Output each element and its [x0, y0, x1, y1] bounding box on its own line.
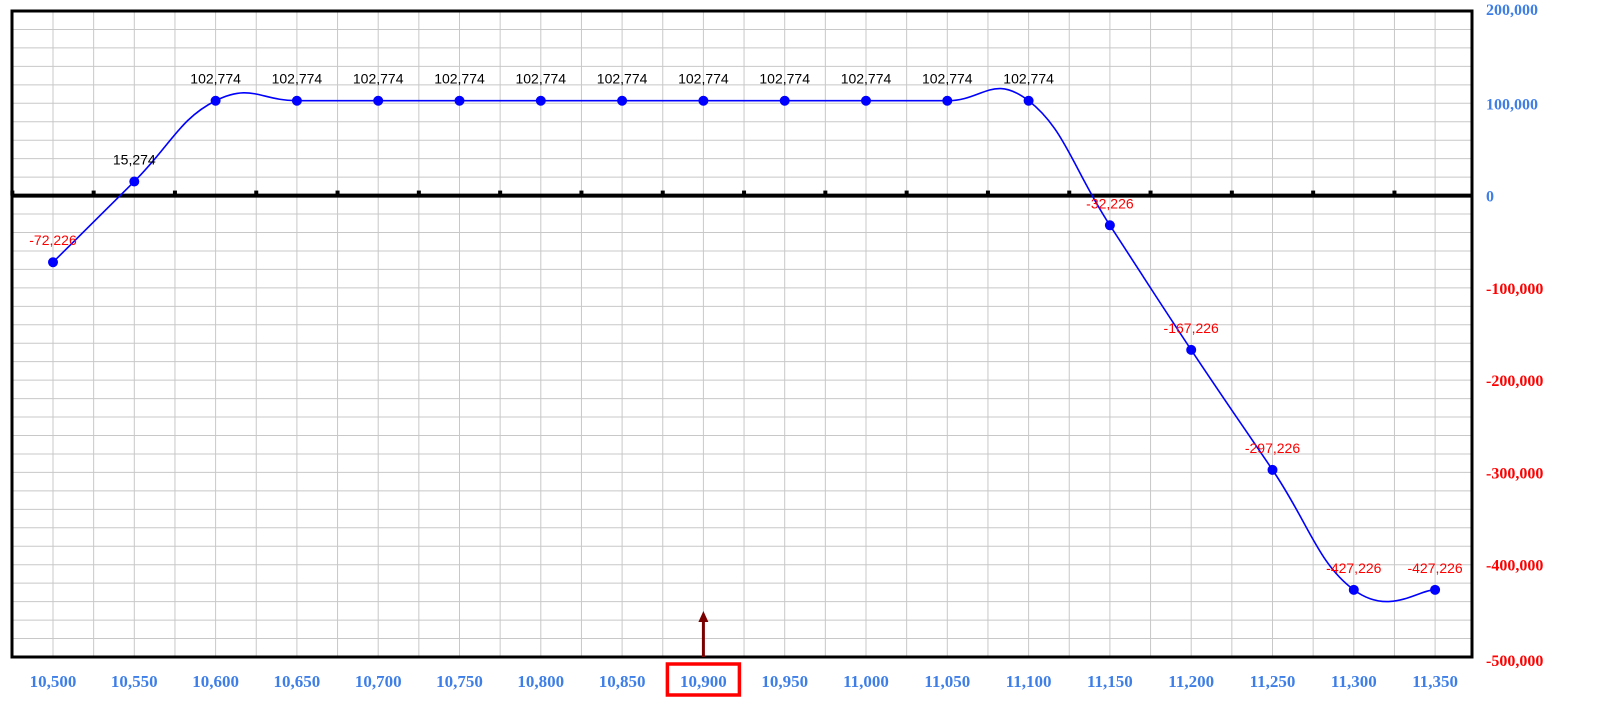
- data-label: 102,774: [1003, 71, 1054, 87]
- x-tick-label: 11,300: [1331, 672, 1377, 691]
- x-tick-label: 10,850: [599, 672, 646, 691]
- y-axis-ticks: 200,000 100,000 0 -100,000 -200,000 -300,000 -…: [1486, 2, 1543, 670]
- zero-axis-tick: [579, 190, 584, 196]
- data-point: [1186, 344, 1197, 355]
- zero-axis-tick: [1148, 190, 1153, 196]
- y-tick-label: -400,000: [1486, 558, 1543, 575]
- data-point: [48, 257, 58, 268]
- y-tick-label: 0: [1486, 189, 1494, 206]
- data-point: [617, 95, 628, 106]
- zero-line: [10, 190, 1472, 198]
- data-label: 102,774: [190, 71, 241, 87]
- zero-axis-tick: [10, 190, 15, 196]
- data-point: [1023, 95, 1034, 106]
- y-tick-label: -300,000: [1486, 465, 1543, 482]
- zero-axis-tick: [1311, 190, 1316, 196]
- y-tick-label: -100,000: [1486, 281, 1543, 298]
- data-point: [861, 95, 871, 106]
- x-tick-label: 11,350: [1412, 672, 1458, 691]
- data-label: 102,774: [922, 71, 973, 87]
- zero-axis-tick: [660, 190, 665, 196]
- y-tick-label: -500,000: [1486, 653, 1543, 670]
- x-tick-label: 10,900: [680, 672, 727, 691]
- plot-frame: [10, 9, 1474, 659]
- data-point: [779, 95, 790, 106]
- x-tick-label: 11,200: [1168, 672, 1214, 691]
- x-tick-label: 10,750: [436, 672, 483, 691]
- plot-border: [10, 9, 1474, 659]
- data-label: 102,774: [678, 71, 729, 87]
- x-tick-label: 11,150: [1087, 672, 1133, 691]
- data-labels: -72,226 15,274 102,774 102,774 102,774 102,77…: [29, 71, 1463, 576]
- zero-axis-tick: [985, 190, 990, 196]
- data-label: -32,226: [1086, 195, 1134, 211]
- zero-axis-tick: [742, 190, 747, 196]
- data-point: [454, 95, 465, 106]
- x-tick-label: 10,700: [355, 672, 402, 691]
- data-label: 102,774: [434, 71, 485, 87]
- y-tick-label: -200,000: [1486, 373, 1543, 390]
- grid: [11, 10, 1472, 658]
- data-label: 102,774: [759, 71, 810, 87]
- data-label: -167,226: [1164, 320, 1219, 336]
- x-tick-label: 10,550: [111, 672, 158, 691]
- data-label: 102,774: [841, 71, 892, 87]
- data-label: 15,274: [113, 151, 156, 167]
- x-tick-label: 10,500: [30, 672, 77, 691]
- data-label: 102,774: [597, 71, 648, 87]
- zero-axis-tick: [1229, 190, 1234, 196]
- zero-axis-tick: [172, 190, 177, 196]
- data-label: 102,774: [353, 71, 404, 87]
- y-tick-label: 100,000: [1486, 96, 1538, 113]
- x-tick-label: 10,600: [192, 672, 239, 691]
- zero-axis-tick: [823, 190, 828, 196]
- data-point: [1348, 584, 1359, 595]
- data-point: [129, 176, 140, 187]
- data-point: [373, 95, 384, 106]
- data-point: [942, 95, 953, 106]
- zero-axis-tick: [335, 190, 340, 196]
- data-point: [535, 95, 546, 106]
- y-tick-label: 200,000: [1486, 2, 1538, 19]
- arrow-head: [698, 611, 709, 622]
- data-label: -427,226: [1326, 560, 1381, 576]
- data-point: [291, 95, 302, 106]
- x-tick-label: 10,950: [761, 672, 808, 691]
- payoff-chart: -72,226 15,274 102,774 102,774 102,774 102,77…: [10, 2, 1543, 697]
- data-label: -427,226: [1407, 560, 1462, 576]
- x-axis-ticks: 10,500 10,550 10,600 10,650 10,700 10,750 10,8…: [30, 672, 1458, 691]
- zero-axis-tick: [416, 190, 421, 196]
- x-tick-label: 10,650: [274, 672, 321, 691]
- zero-axis-tick: [254, 190, 259, 196]
- data-label: -72,226: [29, 232, 77, 248]
- data-label: -297,226: [1245, 440, 1300, 456]
- data-point: [210, 95, 221, 106]
- zero-axis-tick: [1067, 190, 1072, 196]
- zero-axis-tick: [498, 190, 503, 196]
- x-tick-label: 10,800: [517, 672, 564, 691]
- x-tick-label: 11,000: [843, 672, 889, 691]
- data-point: [1104, 220, 1115, 231]
- x-tick-label: 11,100: [1006, 672, 1052, 691]
- x-tick-label: 11,050: [924, 672, 970, 691]
- data-label: 102,774: [515, 71, 566, 87]
- data-label: 102,774: [272, 71, 323, 87]
- data-point: [698, 95, 709, 106]
- zero-axis-tick: [904, 190, 909, 196]
- zero-axis-tick: [91, 190, 96, 196]
- zero-axis-tick: [1392, 190, 1397, 196]
- data-point: [1267, 464, 1278, 475]
- data-point: [1430, 584, 1441, 595]
- x-tick-label: 11,250: [1250, 672, 1296, 691]
